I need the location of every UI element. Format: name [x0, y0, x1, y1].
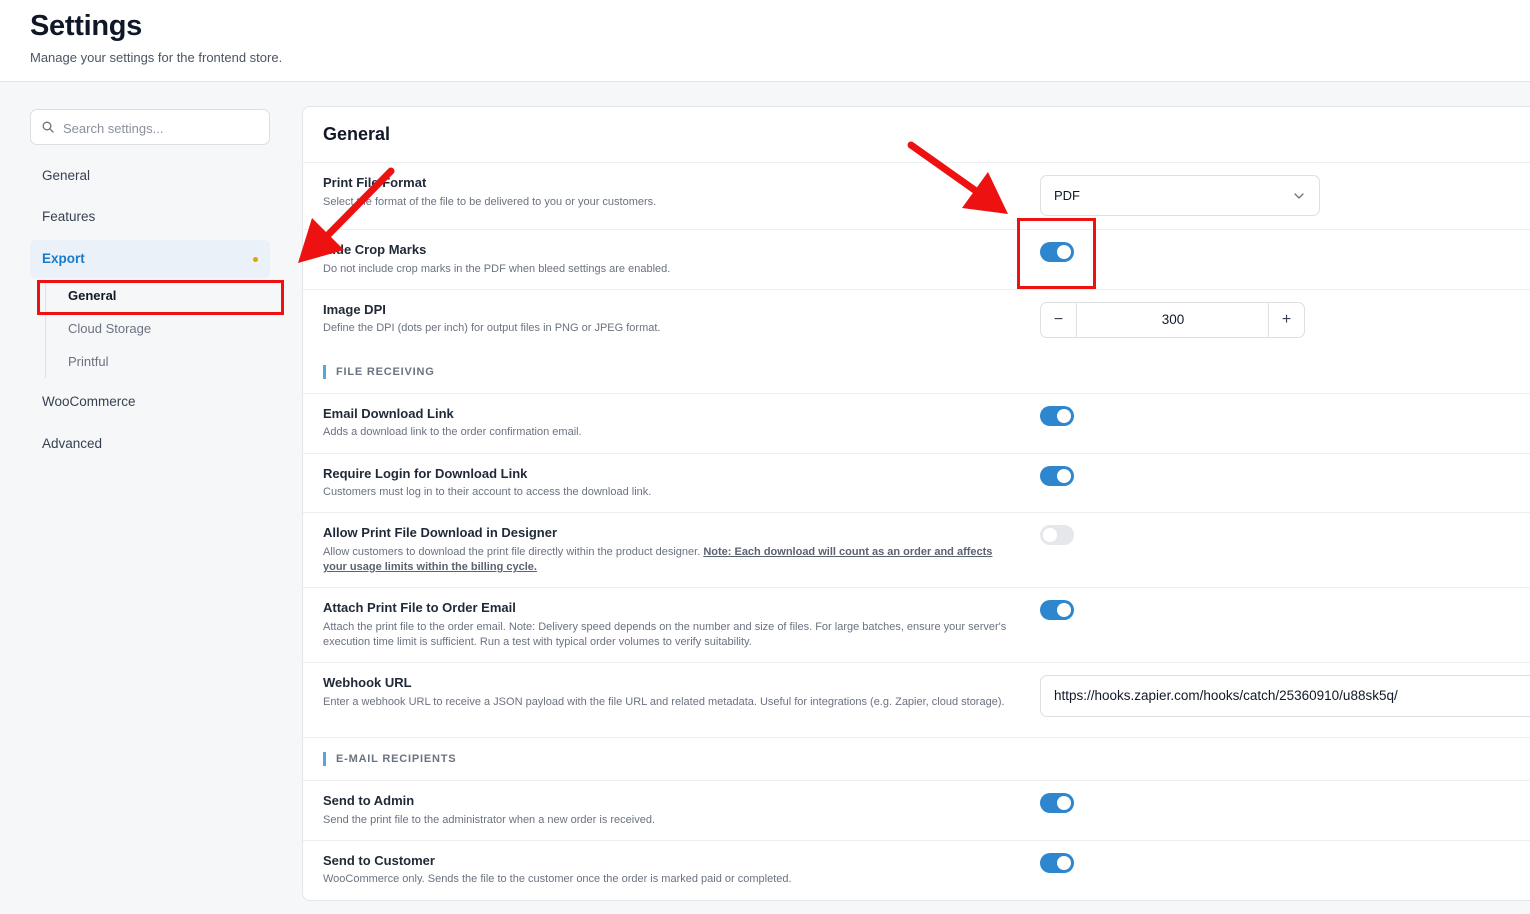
annotation-arrows	[298, 141, 1008, 263]
annotation-arrow-right	[907, 141, 1008, 214]
annotation-arrow-left	[298, 167, 395, 263]
